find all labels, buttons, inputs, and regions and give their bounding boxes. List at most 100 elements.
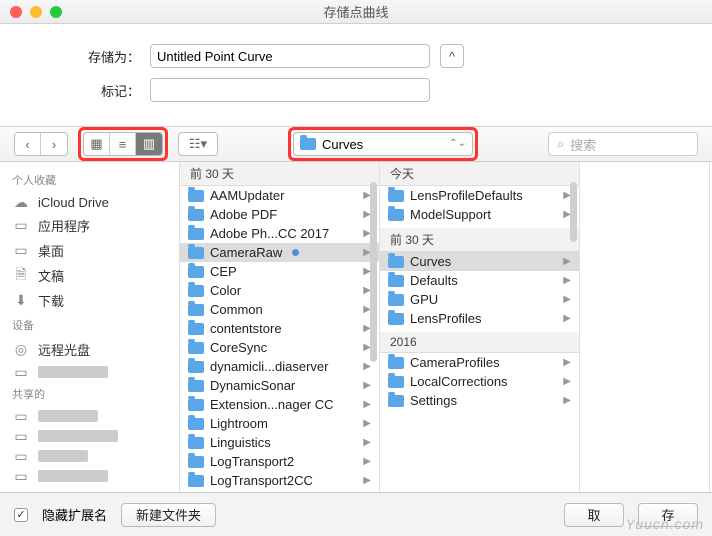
folder-icon	[388, 190, 404, 202]
list-item[interactable]: CEP▶	[180, 262, 379, 281]
folder-icon	[388, 275, 404, 287]
view-list-button[interactable]: ≡	[110, 133, 136, 155]
new-folder-button[interactable]: 新建文件夹	[121, 503, 216, 527]
list-item[interactable]: Curves▶	[380, 252, 579, 271]
item-label: Defaults	[410, 273, 458, 288]
item-label: contentstore	[210, 321, 282, 336]
list-item[interactable]: Extension...nager CC▶	[180, 395, 379, 414]
list-item[interactable]: GPU▶	[380, 290, 579, 309]
folder-icon	[188, 418, 204, 430]
collapse-button[interactable]: ^	[440, 44, 464, 68]
folder-icon	[188, 209, 204, 221]
cancel-button[interactable]: 取	[564, 503, 624, 527]
sidebar-icon: ☁	[12, 196, 30, 210]
disc-icon: ◎	[12, 343, 30, 357]
sidebar-devices-header: 设备	[0, 313, 179, 337]
list-item[interactable]: AAMUpdater▶	[180, 186, 379, 205]
sidebar-item-label: 远程光盘	[38, 340, 90, 359]
sidebar-item[interactable]: ▭应用程序	[0, 213, 179, 238]
item-label: Lightroom	[210, 416, 268, 431]
list-item[interactable]: LogTransport2CC▶	[180, 471, 379, 490]
list-item[interactable]: CameraRaw▶	[180, 243, 379, 262]
view-columns-button[interactable]: ▥	[136, 133, 162, 155]
item-label: CameraProfiles	[410, 355, 500, 370]
list-item[interactable]: CameraProfiles ▶	[380, 353, 579, 372]
save-form: 存储为： ^ 标记：	[0, 24, 712, 126]
chevron-right-icon: ▶	[563, 395, 571, 406]
col2-header: 今天	[380, 162, 579, 186]
list-item[interactable]: Adobe PDF▶	[180, 205, 379, 224]
chevron-updown-icon: ⌃⌄	[449, 139, 466, 149]
folder-icon	[388, 209, 404, 221]
folder-icon	[188, 304, 204, 316]
browser-main: 个人收藏 ☁iCloud Drive▭应用程序▭桌面🗎文稿⬇下载 设备 ◎远程光…	[0, 162, 712, 492]
folder-icon	[300, 138, 316, 150]
list-item[interactable]: contentstore▶	[180, 319, 379, 338]
scrollbar[interactable]	[370, 182, 377, 362]
path-highlight: Curves ⌃⌄	[288, 127, 478, 161]
save-as-input[interactable]	[150, 44, 430, 68]
list-item[interactable]: ModelSupport▶	[380, 205, 579, 224]
column-1: 前 30 天 AAMUpdater▶Adobe PDF▶Adobe Ph...C…	[180, 162, 380, 492]
sidebar-item[interactable]: ▭桌面	[0, 238, 179, 263]
folder-icon	[188, 190, 204, 202]
search-field[interactable]: ⌕ 搜索	[548, 132, 698, 156]
folder-icon	[188, 437, 204, 449]
sidebar-item-label: 文稿	[38, 266, 64, 285]
scrollbar[interactable]	[570, 182, 577, 242]
nav-forward-button[interactable]: ›	[41, 133, 67, 155]
sidebar-shared-header: 共享的	[0, 382, 179, 406]
chevron-right-icon: ▶	[363, 437, 371, 448]
view-highlight: ▦ ≡ ▥	[78, 127, 168, 161]
chevron-right-icon: ▶	[563, 294, 571, 305]
list-item[interactable]: DynamicSonar▶	[180, 376, 379, 395]
item-label: ModelSupport	[410, 207, 491, 222]
folder-icon	[388, 376, 404, 388]
item-label: LogTransport2	[210, 454, 294, 469]
sidebar-item[interactable]: ⬇下载	[0, 288, 179, 313]
list-item[interactable]: Common▶	[180, 300, 379, 319]
nav-back-button[interactable]: ‹	[15, 133, 41, 155]
list-item[interactable]: Settings▶	[380, 391, 579, 410]
sidebar-device[interactable]: ◎ 远程光盘	[0, 337, 179, 362]
item-label: LocalCorrections	[410, 374, 508, 389]
sidebar-item[interactable]: ☁iCloud Drive	[0, 192, 179, 213]
list-item[interactable]: LensProfileDefaults▶	[380, 186, 579, 205]
list-item[interactable]: LocalCorrections ▶	[380, 372, 579, 391]
chevron-right-icon: ▶	[563, 357, 571, 368]
list-item[interactable]: Defaults▶	[380, 271, 579, 290]
chevron-right-icon: ▶	[563, 376, 571, 387]
item-label: Common	[210, 302, 263, 317]
tag-input[interactable]	[150, 78, 430, 102]
item-label: Adobe Ph...CC 2017	[210, 226, 329, 241]
list-item[interactable]: Lightroom▶	[180, 414, 379, 433]
sidebar-item[interactable]: 🗎 文稿	[0, 263, 179, 288]
column-2: 今天LensProfileDefaults▶ModelSupport▶前 30 …	[380, 162, 580, 492]
item-label: AAMUpdater	[210, 188, 284, 203]
list-item[interactable]: LogTransport2 ▶	[180, 452, 379, 471]
view-icons-button[interactable]: ▦	[84, 133, 110, 155]
chevron-right-icon: ▶	[563, 313, 571, 324]
hide-extension-label: 隐藏扩展名	[42, 505, 107, 524]
status-dot	[292, 249, 299, 256]
path-selector[interactable]: Curves ⌃⌄	[293, 132, 473, 156]
list-item[interactable]: Adobe Ph...CC 2017▶	[180, 224, 379, 243]
list-item[interactable]: CoreSync▶	[180, 338, 379, 357]
list-item[interactable]: Color▶	[180, 281, 379, 300]
item-label: Extension...nager CC	[210, 397, 334, 412]
chevron-right-icon: ▶	[363, 475, 371, 486]
chevron-right-icon: ▶	[563, 256, 571, 267]
col2-header: 2016	[380, 332, 579, 353]
sidebar: 个人收藏 ☁iCloud Drive▭应用程序▭桌面🗎文稿⬇下载 设备 ◎远程光…	[0, 162, 180, 492]
item-label: CameraRaw	[210, 245, 282, 260]
chevron-right-icon: ▶	[363, 456, 371, 467]
folder-icon	[188, 399, 204, 411]
sidebar-icon: 🗎	[12, 269, 30, 283]
list-item[interactable]: dynamicli...diaserver▶	[180, 357, 379, 376]
hide-extension-checkbox[interactable]: ✓	[14, 508, 28, 522]
group-by-button[interactable]: ☷▾	[179, 133, 217, 155]
list-item[interactable]: Linguistics▶	[180, 433, 379, 452]
folder-icon	[188, 247, 204, 259]
list-item[interactable]: LensProfiles▶	[380, 309, 579, 328]
folder-icon	[188, 342, 204, 354]
